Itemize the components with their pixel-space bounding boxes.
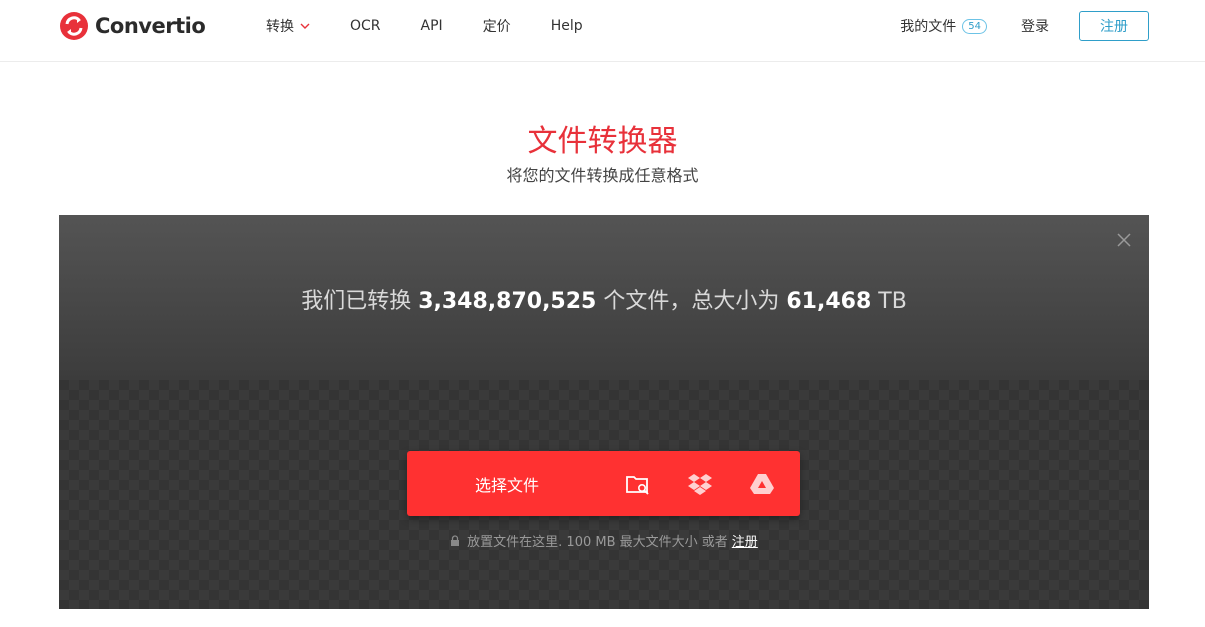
stats-unit: TB bbox=[878, 289, 907, 314]
choose-files-button[interactable]: 选择文件 bbox=[407, 451, 607, 516]
nav-help[interactable]: Help bbox=[551, 18, 583, 34]
login-link[interactable]: 登录 bbox=[1021, 16, 1049, 36]
stats-files-count: 3,348,870,525 bbox=[418, 289, 597, 314]
convertio-logo[interactable]: Convertio bbox=[59, 11, 206, 41]
stats-middle: 个文件，总大小为 bbox=[603, 289, 780, 314]
nav-ocr[interactable]: OCR bbox=[350, 18, 381, 34]
dropbox-icon bbox=[688, 473, 712, 495]
nav-ocr-label: OCR bbox=[350, 18, 381, 34]
drop-hint-text: 放置文件在这里. 100 MB 最大文件大小 或者 bbox=[467, 535, 728, 550]
account-nav: 我的文件 54 登录 注册 bbox=[900, 11, 1149, 41]
dropbox-source-button[interactable] bbox=[669, 451, 731, 516]
close-icon[interactable] bbox=[1116, 232, 1132, 248]
nav-pricing-label: 定价 bbox=[482, 19, 511, 35]
folder-search-icon bbox=[626, 475, 649, 495]
page-subtitle: 将您的文件转换成任意格式 bbox=[506, 166, 699, 185]
upload-button-bar: 选择文件 bbox=[407, 451, 800, 516]
main-nav: 转换 OCR API 定价 Help bbox=[266, 0, 623, 52]
chevron-down-icon bbox=[300, 23, 310, 29]
nav-help-label: Help bbox=[550, 18, 583, 34]
register-button[interactable]: 注册 bbox=[1079, 11, 1149, 41]
stats-prefix: 我们已转换 bbox=[301, 289, 412, 314]
computer-source-button[interactable] bbox=[607, 451, 669, 516]
convertio-logo-icon bbox=[60, 12, 88, 40]
stats-total-size: 61,468 bbox=[786, 289, 872, 314]
nav-convert-label: 转换 bbox=[266, 19, 294, 35]
upload-panel: 我们已转换 3,348,870,525 个文件，总大小为 61,468 TB 选… bbox=[59, 215, 1149, 609]
drop-hint: 放置文件在这里. 100 MB 最大文件大小 或者 注册 bbox=[59, 531, 1149, 550]
logo-text: Convertio bbox=[95, 14, 206, 38]
nav-convert[interactable]: 转换 bbox=[266, 16, 310, 36]
google-drive-icon bbox=[750, 473, 774, 494]
lock-icon bbox=[451, 535, 460, 546]
google-drive-source-button[interactable] bbox=[731, 451, 793, 516]
my-files-count-badge: 54 bbox=[962, 18, 987, 34]
page-title: 文件转换器 bbox=[527, 124, 678, 159]
top-header: Convertio 转换 OCR API 定价 Help 我的文件 54 登录 … bbox=[0, 0, 1205, 62]
drop-hint-register-link[interactable]: 注册 bbox=[732, 531, 758, 550]
my-files-link[interactable]: 我的文件 54 bbox=[900, 16, 987, 36]
nav-pricing[interactable]: 定价 bbox=[483, 16, 511, 36]
conversion-stats: 我们已转换 3,348,870,525 个文件，总大小为 61,468 TB bbox=[59, 283, 1149, 315]
nav-api-label: API bbox=[420, 18, 443, 34]
nav-api[interactable]: API bbox=[421, 18, 443, 34]
my-files-label: 我的文件 bbox=[900, 19, 957, 35]
